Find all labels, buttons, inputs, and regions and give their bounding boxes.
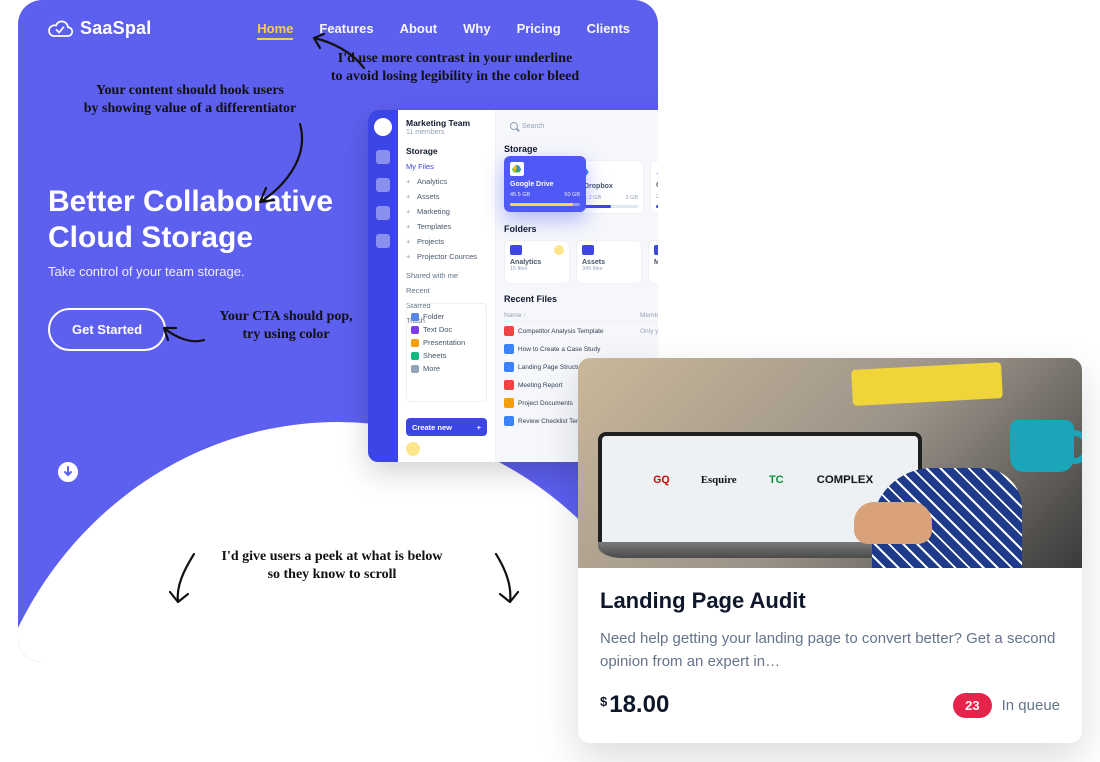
product-image: GQ Esquire TC COMPLEX <box>578 358 1082 568</box>
new-folder[interactable]: Folder <box>411 312 482 321</box>
product-card[interactable]: GQ Esquire TC COMPLEX Landing Page Audit… <box>578 358 1082 743</box>
user-avatar[interactable] <box>406 442 420 456</box>
product-price: $ 18.00 <box>600 691 669 719</box>
nav-pricing[interactable]: Pricing <box>517 21 561 36</box>
file-icon <box>504 380 514 390</box>
annotation-peek: I'd give users a peek at what is below s… <box>172 548 492 583</box>
storage-card-onedrive[interactable]: ☁ OneDrive 2.5 GB5 GB <box>650 160 658 214</box>
queue-info: 23 In queue <box>953 693 1060 718</box>
nav-about[interactable]: About <box>400 21 438 36</box>
tree-templates[interactable]: Templates <box>406 222 487 231</box>
annotation-arrow-icon <box>250 120 320 215</box>
annotation-arrow-icon <box>488 550 528 615</box>
folder-icon <box>582 245 594 255</box>
folders-heading: Folders <box>504 224 658 234</box>
subheadline: Take control of your team storage. <box>48 264 245 279</box>
search-input[interactable]: Search <box>504 118 658 134</box>
search-icon <box>510 122 518 130</box>
create-new-button[interactable]: Create new+ <box>406 418 487 436</box>
annotation-arrow-icon <box>302 32 372 75</box>
brand-logo[interactable]: SaaSpal <box>46 18 151 39</box>
sort-icon[interactable]: ↑ <box>523 312 526 319</box>
storage-section: Storage <box>406 146 487 156</box>
nav-clients[interactable]: Clients <box>587 21 630 36</box>
side-shared[interactable]: Shared with me <box>406 271 487 280</box>
dashboard-sidebar: Marketing Team 11 members Storage My Fil… <box>398 110 496 462</box>
tree-analytics[interactable]: Analytics <box>406 177 487 186</box>
queue-label: In queue <box>1002 697 1060 714</box>
folder-icon <box>654 245 658 255</box>
member-avatar-icon <box>554 245 564 255</box>
brand-name: SaaSpal <box>80 18 151 39</box>
rail-user-icon[interactable] <box>376 206 390 220</box>
nav-why[interactable]: Why <box>463 21 490 36</box>
tree-marketing[interactable]: Marketing <box>406 207 487 216</box>
folder-analytics[interactable]: Analytics 15 files <box>504 240 570 284</box>
rail-gear-icon[interactable] <box>376 234 390 248</box>
storage-heading: Storage <box>504 144 658 154</box>
side-recent[interactable]: Recent <box>406 286 487 295</box>
new-presentation[interactable]: Presentation <box>411 338 482 347</box>
hands-prop <box>822 448 1022 568</box>
search-placeholder: Search <box>522 123 544 130</box>
headline-line-2: Cloud Storage <box>48 221 253 254</box>
storage-card-google-drive[interactable]: Google Drive 45.5 GB50 GB <box>504 156 586 212</box>
storage-cards-row: ⬧ Dropbox 1.2 GB3 GB ☁ OneDrive 2.5 GB5 … <box>578 160 658 214</box>
file-icon <box>504 362 514 372</box>
new-sheets[interactable]: Sheets <box>411 351 482 360</box>
dashboard-rail <box>368 110 398 462</box>
dropbox-icon: ⬧ <box>584 166 638 179</box>
folders-row: Analytics 15 files Assets 345 files Mark… <box>504 240 658 284</box>
queue-count-badge: 23 <box>953 693 991 718</box>
annotation-arrow-icon <box>158 318 208 353</box>
price-value: 18.00 <box>609 691 669 719</box>
new-text-doc[interactable]: Text Doc <box>411 325 482 334</box>
team-name: Marketing Team <box>406 118 487 128</box>
tree-assets[interactable]: Assets <box>406 192 487 201</box>
create-new-menu: Folder Text Doc Presentation Sheets More <box>406 303 487 402</box>
doc-icon <box>411 326 419 334</box>
file-icon <box>504 326 514 336</box>
presentation-icon <box>411 339 419 347</box>
rail-card-icon[interactable] <box>376 150 390 164</box>
cloud-check-icon <box>46 19 74 39</box>
recent-files-heading: Recent Files <box>504 294 658 304</box>
file-icon <box>504 416 514 426</box>
team-members: 11 members <box>406 129 487 136</box>
storage-card-dropbox[interactable]: ⬧ Dropbox 1.2 GB3 GB <box>578 160 644 214</box>
file-icon <box>504 398 514 408</box>
sheets-icon <box>411 352 419 360</box>
folder-icon <box>411 313 419 321</box>
rail-circle-icon[interactable] <box>376 178 390 192</box>
onedrive-icon: ☁ <box>656 166 658 177</box>
rail-logo-icon[interactable] <box>374 118 392 136</box>
annotation-hook: Your content should hook users by showin… <box>40 82 340 117</box>
plus-icon: + <box>477 423 481 432</box>
scroll-indicator[interactable] <box>56 460 80 484</box>
product-title: Landing Page Audit <box>600 588 1060 614</box>
folder-assets[interactable]: Assets 345 files <box>576 240 642 284</box>
product-body: Landing Page Audit Need help getting you… <box>578 568 1082 743</box>
file-icon <box>504 344 514 354</box>
get-started-button[interactable]: Get Started <box>48 308 166 351</box>
annotation-arrow-icon <box>164 550 204 615</box>
product-description: Need help getting your landing page to c… <box>600 628 1060 673</box>
landing-page-preview: SaaSpal Home Features About Why Pricing … <box>18 0 658 662</box>
nav-home[interactable]: Home <box>257 21 293 36</box>
folder-marketing[interactable]: Marketing <box>648 240 658 284</box>
my-files-link[interactable]: My Files <box>406 162 487 171</box>
book-prop <box>851 362 1003 406</box>
tree-projects[interactable]: Projects <box>406 237 487 246</box>
tree-projector-courses[interactable]: Projector Cources <box>406 252 487 261</box>
google-drive-icon <box>510 162 524 176</box>
table-row[interactable]: How to Create a Case Study <box>504 340 658 358</box>
arrow-down-icon <box>63 466 73 478</box>
currency-symbol: $ <box>600 694 607 709</box>
annotation-cta: Your CTA should pop, try using color <box>186 308 386 343</box>
folder-icon <box>510 245 522 255</box>
new-more[interactable]: More <box>411 364 482 373</box>
table-row[interactable]: Competitor Analysis TemplateOnly you <box>504 322 658 340</box>
more-icon <box>411 365 419 373</box>
